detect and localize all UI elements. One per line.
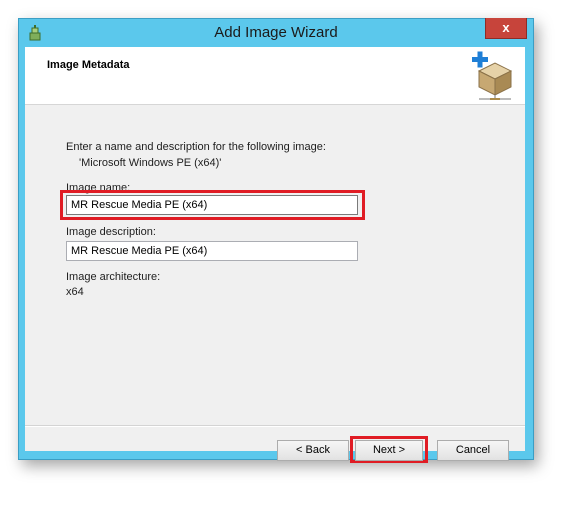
image-name-input[interactable]: MR Rescue Media PE (x64)	[66, 195, 358, 215]
image-description-label: Image description:	[66, 226, 156, 238]
back-button[interactable]: < Back	[277, 440, 349, 461]
source-image-name: 'Microsoft Windows PE (x64)'	[79, 157, 222, 169]
architecture-label: Image architecture:	[66, 271, 161, 283]
cancel-button[interactable]: Cancel	[437, 440, 509, 461]
footer-divider	[25, 425, 525, 427]
page-title: Image Metadata	[47, 59, 130, 71]
wizard-window: Add Image Wizard x Image Metadata Enter …	[18, 18, 534, 463]
intro-text: Enter a name and description for the fol…	[66, 141, 326, 153]
title-bar[interactable]: Add Image Wizard x	[19, 18, 533, 47]
next-button[interactable]: Next >	[355, 440, 423, 461]
window-title: Add Image Wizard	[214, 24, 338, 41]
image-description-input[interactable]: MR Rescue Media PE (x64)	[66, 241, 358, 261]
close-button[interactable]: x	[485, 18, 527, 39]
wizard-client-area: Image Metadata Enter a name and descript…	[25, 47, 525, 463]
wizard-header: Image Metadata	[25, 47, 525, 105]
add-image-icon	[469, 49, 517, 101]
architecture-value: x64	[66, 286, 84, 298]
